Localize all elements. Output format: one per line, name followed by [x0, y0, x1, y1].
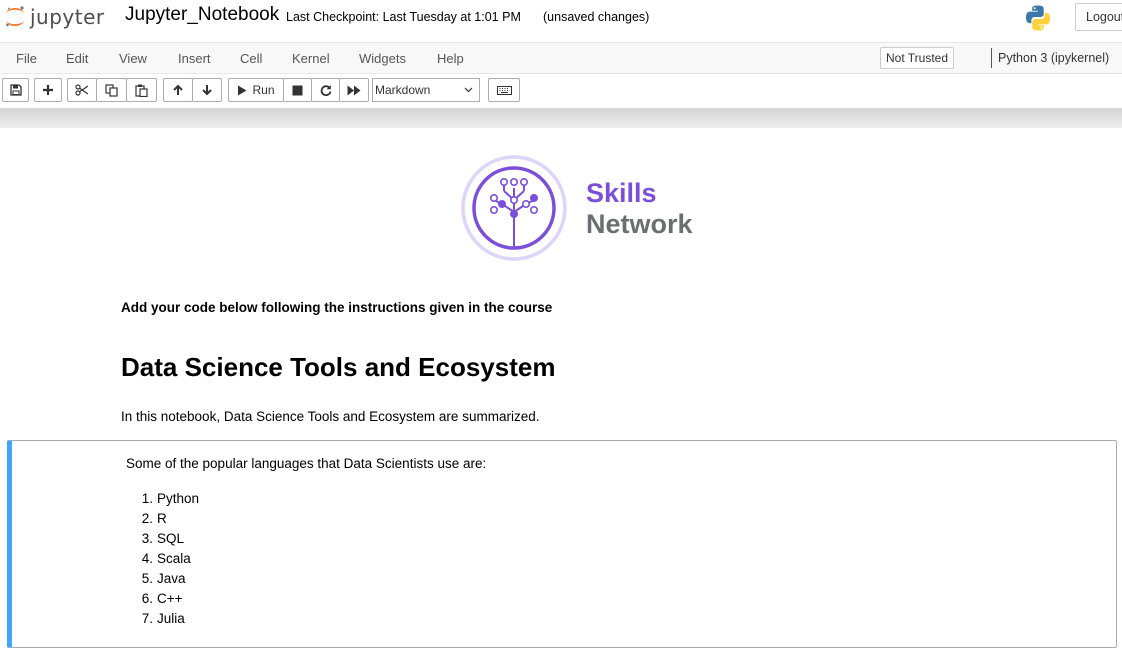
restart-button[interactable]	[311, 78, 340, 102]
language-name: SQL	[157, 531, 185, 546]
cut-button[interactable]	[67, 78, 97, 102]
paste-icon	[135, 84, 148, 97]
intro-paragraph: In this notebook, Data Science Tools and…	[121, 409, 540, 424]
copy-icon	[105, 83, 118, 97]
save-button[interactable]	[2, 78, 29, 102]
jupyter-brand-text: jupyter	[30, 5, 105, 29]
languages-lead-text: Some of the popular languages that Data …	[126, 456, 487, 471]
language-name: R	[157, 511, 167, 526]
move-up-button[interactable]	[163, 78, 193, 102]
selected-markdown-cell[interactable]: Some of the popular languages that Data …	[7, 440, 1117, 648]
menu-widgets[interactable]: Widgets	[359, 51, 406, 66]
toolbar: Run Markdown	[0, 74, 1122, 108]
skills-network-logo: Skills Network	[461, 155, 694, 261]
command-palette-button[interactable]	[488, 78, 520, 102]
logo-text-skills: Skills	[586, 178, 657, 208]
autosave-status: (unsaved changes)	[543, 10, 650, 24]
keyboard-icon	[496, 85, 512, 95]
list-item: 2. R	[141, 511, 167, 526]
languages-list: 1. Python 2. R 3. SQL 4. Scala 5. Java 6. C++ …	[134, 489, 199, 629]
instruction-text: Add your code below following the instru…	[121, 300, 553, 315]
fast-forward-icon	[347, 85, 361, 95]
plus-icon	[43, 85, 53, 95]
paste-button[interactable]	[126, 78, 157, 102]
list-item: 7. Julia	[141, 611, 185, 626]
kernel-divider	[991, 48, 992, 68]
save-icon	[9, 84, 22, 96]
list-item: 3. SQL	[141, 531, 185, 546]
logo-text-network: Network	[586, 209, 694, 239]
notebook-heading: Data Science Tools and Ecosystem	[121, 352, 556, 382]
list-item: 5. Java	[141, 571, 186, 586]
cell-type-select[interactable]: Markdown	[372, 78, 480, 102]
run-button[interactable]: Run	[228, 78, 284, 102]
header: jupyter Jupyter_Notebook Last Checkpoint…	[0, 0, 1122, 42]
header-divider	[0, 108, 1122, 128]
cell-type-value: Markdown	[375, 83, 431, 97]
python-icon	[1026, 5, 1050, 31]
scissors-icon	[75, 84, 89, 96]
list-item: 1. Python	[141, 491, 200, 506]
menu-view[interactable]: View	[119, 51, 147, 66]
insert-cell-button[interactable]	[34, 78, 62, 102]
checkpoint-status: Last Checkpoint: Last Tuesday at 1:01 PM	[286, 10, 521, 24]
menu-cell[interactable]: Cell	[240, 51, 262, 66]
jupyter-icon	[6, 6, 24, 27]
copy-button[interactable]	[96, 78, 127, 102]
menu-edit[interactable]: Edit	[66, 51, 88, 66]
run-label: Run	[252, 83, 275, 97]
menu-insert[interactable]: Insert	[178, 51, 211, 66]
notebook-container: Skills Network Add your code below follo…	[0, 128, 1122, 654]
language-name: Java	[157, 571, 186, 586]
trust-status-indicator[interactable]: Not Trusted	[880, 47, 955, 69]
interrupt-button[interactable]	[283, 78, 312, 102]
menu-help[interactable]: Help	[437, 51, 464, 66]
stop-icon	[292, 85, 303, 95]
arrow-down-icon	[202, 85, 212, 96]
menubar: File Edit View Insert Cell Kernel Widget…	[0, 42, 1122, 74]
language-name: Python	[157, 491, 200, 506]
menu-file[interactable]: File	[16, 51, 37, 66]
jupyter-logo[interactable]: jupyter	[4, 5, 105, 29]
language-name: Julia	[157, 611, 185, 626]
menu-kernel[interactable]: Kernel	[292, 51, 330, 66]
logout-button[interactable]: Logout	[1075, 3, 1122, 31]
chevron-down-icon	[464, 87, 473, 93]
notebook-name[interactable]: Jupyter_Notebook	[125, 4, 279, 26]
language-name: Scala	[157, 551, 191, 566]
kernel-indicator[interactable]: Python 3 (ipykernel)	[998, 51, 1109, 65]
play-icon	[238, 85, 247, 95]
language-name: C++	[157, 591, 183, 606]
list-item: 6. C++	[141, 591, 183, 606]
restart-icon	[320, 85, 331, 96]
arrow-up-icon	[173, 84, 183, 95]
list-item: 4. Scala	[141, 551, 191, 566]
move-down-button[interactable]	[192, 78, 222, 102]
restart-run-all-button[interactable]	[339, 78, 369, 102]
